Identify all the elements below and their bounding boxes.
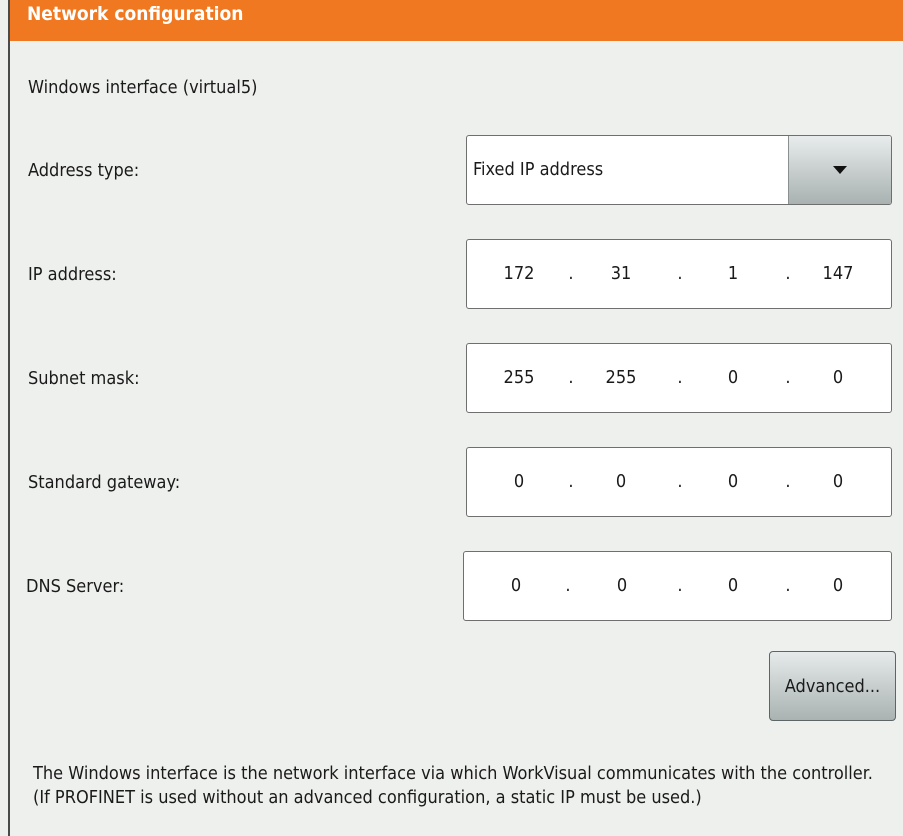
ip-address-dot-3: . [785,263,791,284]
dns-server-octet-2[interactable]: 0 [592,552,652,620]
dns-server-octet-4[interactable]: 0 [808,552,868,620]
dns-server-field[interactable]: 0 . 0 . 0 . 0 [463,551,892,621]
standard-gateway-octet-4[interactable]: 0 [808,448,868,516]
standard-gateway-octet-2[interactable]: 0 [591,448,651,516]
ip-address-octet-4[interactable]: 147 [808,240,868,308]
standard-gateway-octet-1[interactable]: 0 [489,448,549,516]
subnet-mask-octet-2[interactable]: 255 [591,344,651,412]
panel-title: Network configuration [10,0,903,41]
dns-server-dot-2: . [677,575,683,596]
subnet-mask-octet-4[interactable]: 0 [808,344,868,412]
dropdown-button[interactable] [788,136,891,204]
standard-gateway-label: Standard gateway: [28,472,181,493]
ip-address-field[interactable]: 172 . 31 . 1 . 147 [466,239,892,309]
standard-gateway-octet-3[interactable]: 0 [703,448,763,516]
ip-address-octet-2[interactable]: 31 [591,240,651,308]
subnet-mask-field[interactable]: 255 . 255 . 0 . 0 [466,343,892,413]
dns-server-octet-1[interactable]: 0 [486,552,546,620]
dns-server-octet-3[interactable]: 0 [703,552,763,620]
advanced-button[interactable]: Advanced... [769,651,896,721]
ip-address-octet-3[interactable]: 1 [703,240,763,308]
standard-gateway-field[interactable]: 0 . 0 . 0 . 0 [466,447,892,517]
address-type-label: Address type: [28,160,140,181]
ip-address-dot-2: . [677,263,683,284]
standard-gateway-dot-3: . [785,471,791,492]
dns-server-dot-1: . [565,575,571,596]
interface-label: Windows interface (virtual5) [28,77,258,98]
address-type-value: Fixed IP address [473,159,604,180]
address-type-dropdown[interactable]: Fixed IP address [466,135,892,205]
dns-server-dot-3: . [785,575,791,596]
ip-address-dot-1: . [568,263,574,284]
ip-address-label: IP address: [28,264,117,285]
subnet-mask-octet-3[interactable]: 0 [703,344,763,412]
network-configuration-panel: Network configuration Windows interface … [0,0,903,836]
panel-left-border [8,0,10,836]
info-text: The Windows interface is the network int… [33,763,873,808]
subnet-mask-label: Subnet mask: [28,368,140,389]
subnet-mask-dot-2: . [677,367,683,388]
subnet-mask-dot-3: . [785,367,791,388]
standard-gateway-dot-2: . [677,471,683,492]
standard-gateway-dot-1: . [568,471,574,492]
dns-server-label: DNS Server: [26,576,125,597]
triangle-down-icon [833,166,847,174]
subnet-mask-octet-1[interactable]: 255 [489,344,549,412]
ip-address-octet-1[interactable]: 172 [489,240,549,308]
subnet-mask-dot-1: . [568,367,574,388]
